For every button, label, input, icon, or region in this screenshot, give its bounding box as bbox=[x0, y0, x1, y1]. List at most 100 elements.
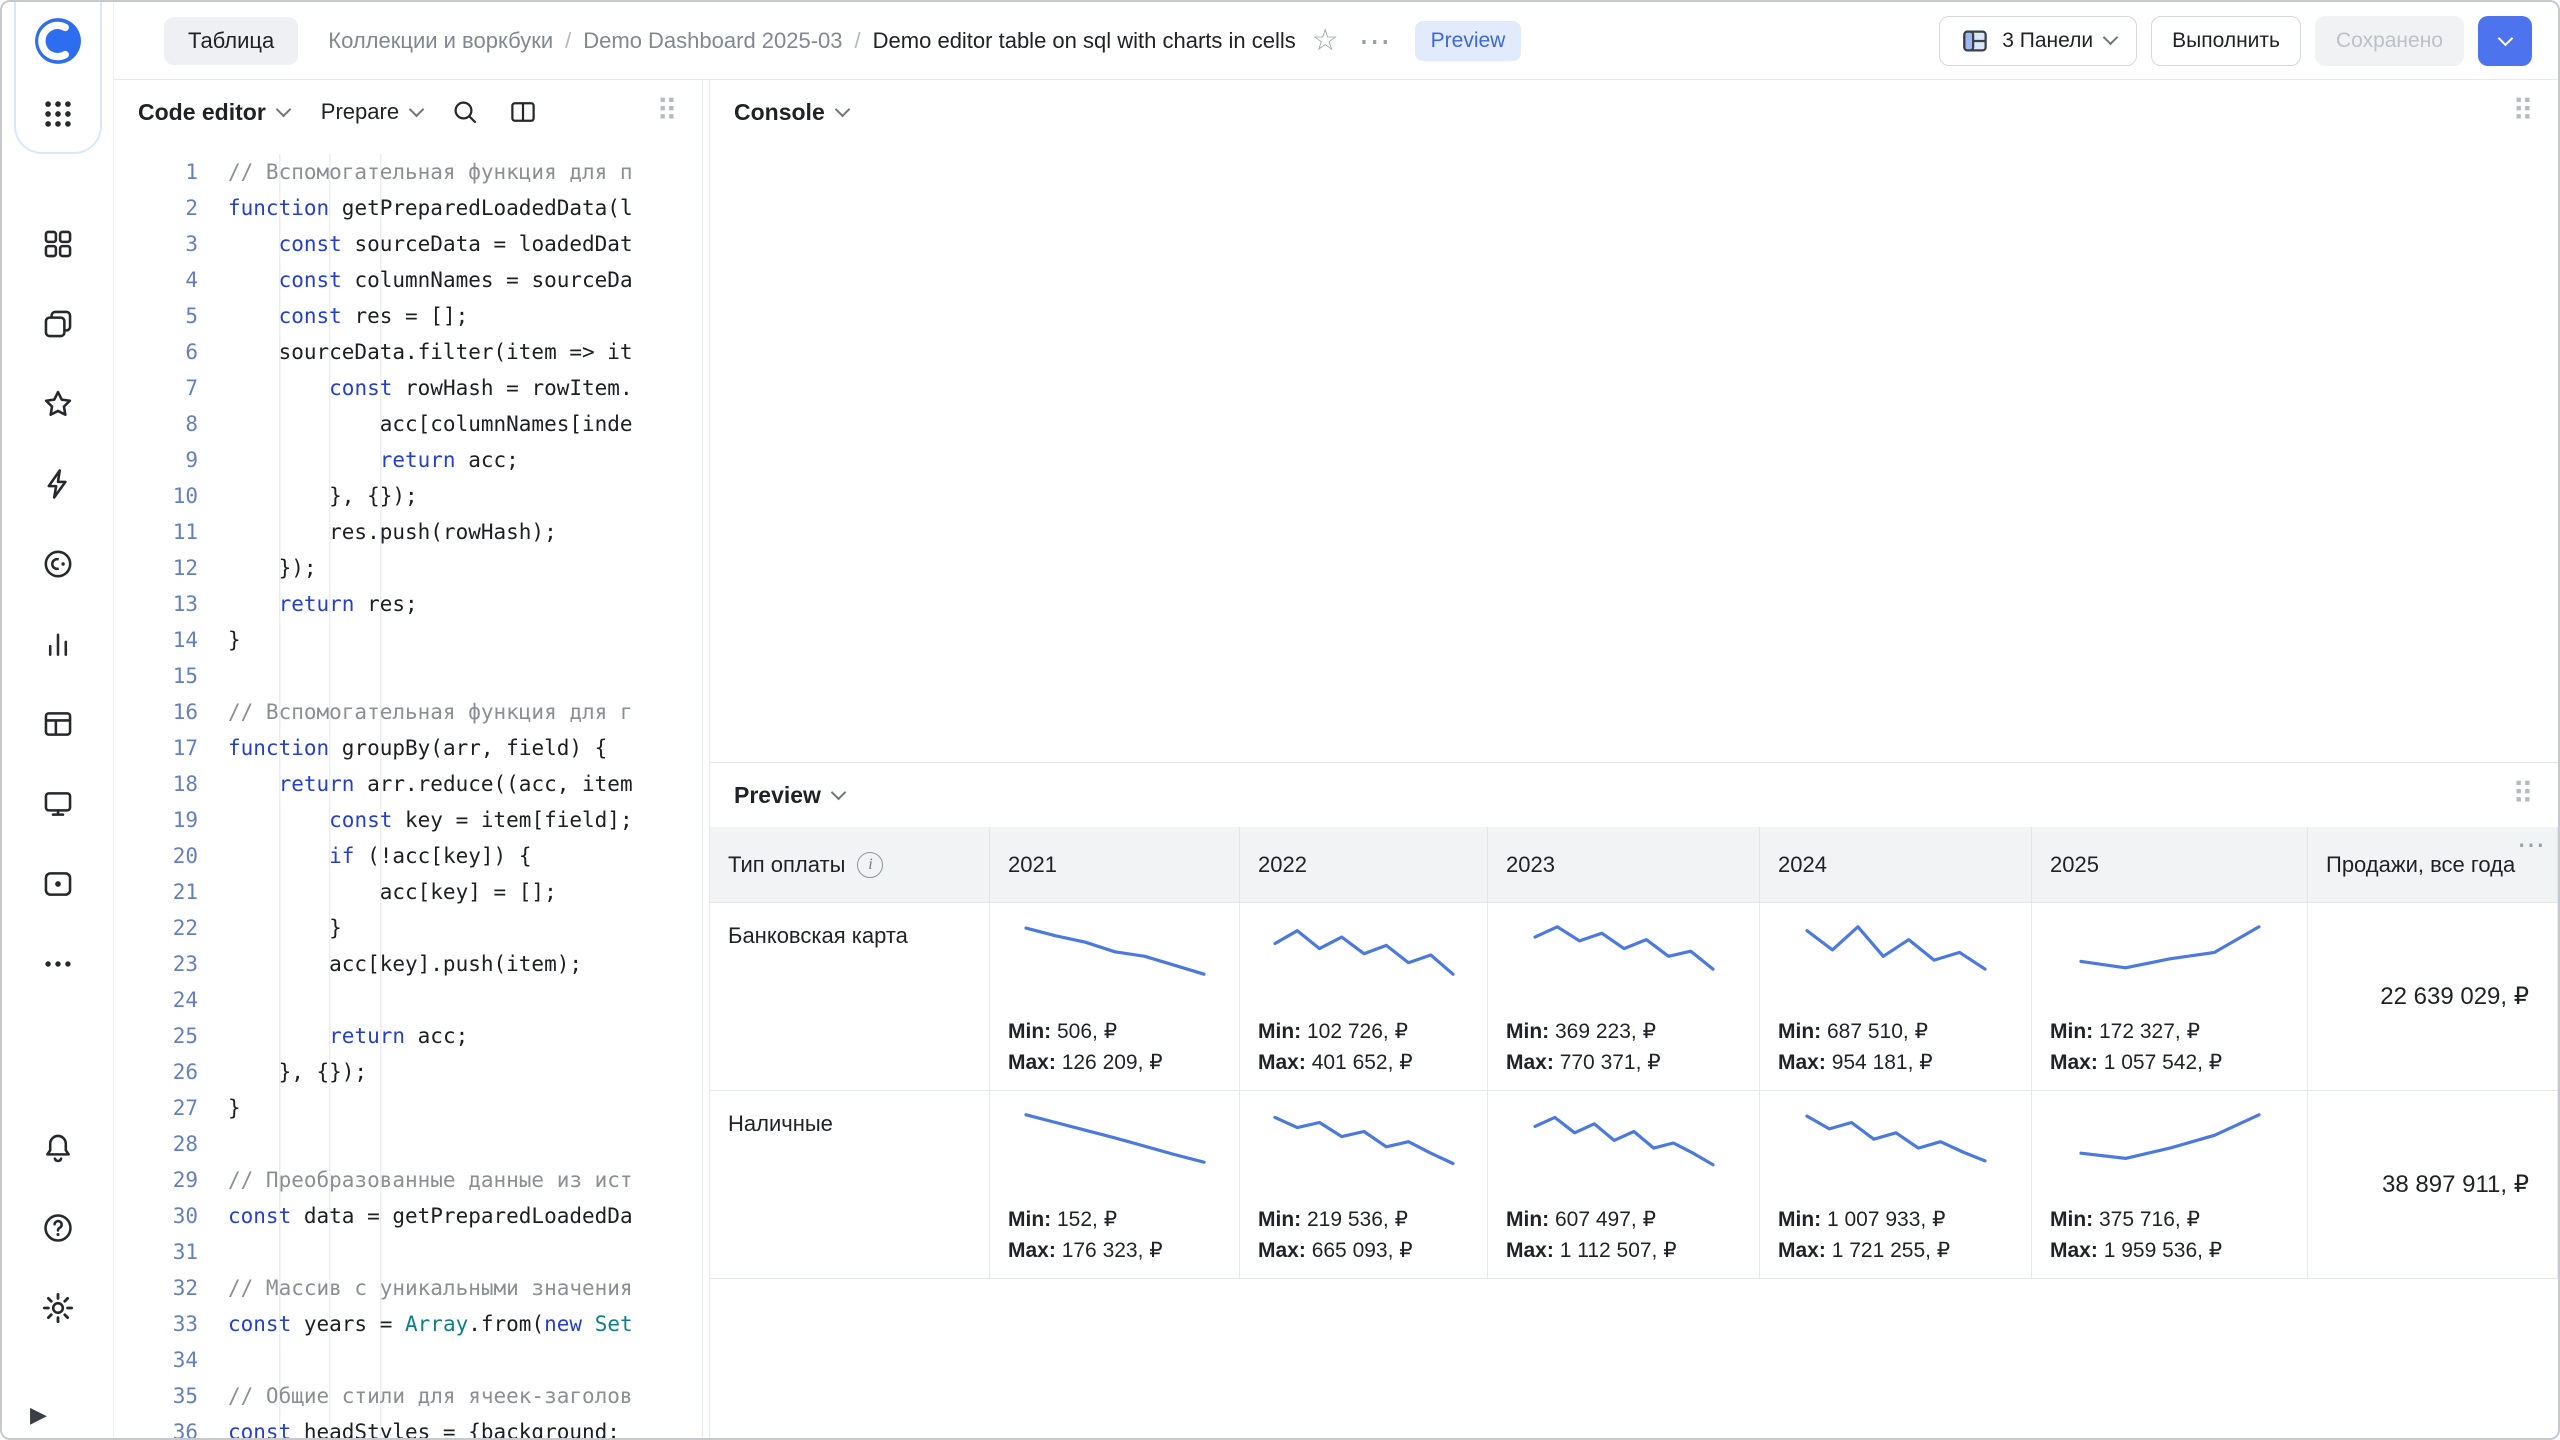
run-button[interactable]: Выполнить bbox=[2151, 16, 2301, 66]
sidebar-item-home[interactable] bbox=[38, 224, 78, 264]
preview-pane-header: Preview ⠿ bbox=[710, 763, 2558, 827]
sidebar-item-connections[interactable] bbox=[38, 864, 78, 904]
breadcrumb-item[interactable]: Коллекции и воркбуки bbox=[328, 28, 553, 54]
drag-handle-icon[interactable]: ⠿ bbox=[2512, 780, 2534, 810]
chevron-down-icon bbox=[2103, 30, 2119, 46]
chevron-down-icon bbox=[831, 784, 847, 800]
minmax-values: Min: 1 007 933, ₽Max: 1 721 255, ₽ bbox=[1760, 1204, 2031, 1266]
sparkline-cell: Min: 1 007 933, ₽Max: 1 721 255, ₽ bbox=[1760, 1091, 2032, 1279]
favorite-star-icon[interactable]: ☆ bbox=[1312, 26, 1339, 56]
table-header-row: Тип оплатыi 2021 20222023 2024 2025 Продажи, … bbox=[710, 827, 2558, 903]
sparkline-cell: Min: 152, ₽Max: 176 323, ₽ bbox=[990, 1091, 1240, 1279]
sparkline-chart bbox=[2075, 1105, 2265, 1181]
sidebar: ▶ bbox=[2, 2, 114, 1438]
sparkline-chart bbox=[1801, 917, 1991, 993]
minmax-values: Min: 102 726, ₽Max: 401 652, ₽ bbox=[1240, 1016, 1487, 1078]
settings-gear-icon[interactable] bbox=[38, 1288, 78, 1328]
sparkline-chart bbox=[1269, 1105, 1459, 1181]
code-editor-selector[interactable]: Code editor bbox=[138, 99, 289, 126]
panels-layout-icon bbox=[1960, 26, 1990, 56]
column-header[interactable]: 2022 bbox=[1240, 827, 1488, 903]
sidebar-item-favorites[interactable] bbox=[38, 384, 78, 424]
chevron-down-icon bbox=[276, 101, 292, 117]
panels-button-label: 3 Панели bbox=[2002, 29, 2093, 53]
drag-handle-icon[interactable]: ⠿ bbox=[2512, 97, 2534, 127]
table-row: Банковская картаMin: 506, ₽Max: 126 209,… bbox=[710, 903, 2558, 1091]
preview-badge[interactable]: Preview bbox=[1415, 21, 1522, 61]
more-menu-icon[interactable]: ⋯ bbox=[1359, 25, 1391, 57]
datalens-logo-icon[interactable] bbox=[33, 16, 83, 66]
preview-pane: Preview ⠿ Тип оплатыi 2021 20222023 2024 202… bbox=[710, 762, 2558, 1438]
minmax-values: Min: 687 510, ₽Max: 954 181, ₽ bbox=[1760, 1016, 2031, 1078]
split-view-icon[interactable] bbox=[508, 97, 538, 127]
column-header-label: 2024 bbox=[1778, 851, 1827, 879]
sparkline-cell: Min: 172 327, ₽Max: 1 057 542, ₽ bbox=[2032, 903, 2308, 1091]
apps-grid-icon[interactable] bbox=[38, 94, 78, 134]
column-header[interactable]: 2023 bbox=[1488, 827, 1760, 903]
expand-sidebar-icon[interactable]: ▶ bbox=[30, 1402, 47, 1428]
row-label: Банковская карта bbox=[710, 903, 990, 1091]
chevron-down-icon bbox=[2497, 31, 2513, 47]
topbar: Таблица Коллекции и воркбуки / Demo Dashbo… bbox=[114, 2, 2558, 80]
sparkline-chart bbox=[1020, 917, 1210, 993]
row-label: Наличные bbox=[710, 1091, 990, 1279]
prepare-tab-selector[interactable]: Prepare bbox=[321, 99, 422, 125]
search-icon[interactable] bbox=[450, 97, 480, 127]
sidebar-item-editor[interactable] bbox=[38, 464, 78, 504]
sidebar-item-dashboards[interactable] bbox=[38, 784, 78, 824]
code-editor[interactable]: 1234567891011121314151617181920212223242… bbox=[114, 144, 702, 1438]
preview-table: Тип оплатыi 2021 20222023 2024 2025 Продажи, … bbox=[710, 827, 2558, 1438]
panels-button[interactable]: 3 Панели bbox=[1939, 16, 2137, 66]
column-header[interactable]: Продажи, все года⋯ bbox=[2308, 827, 2558, 903]
content-split: Code editor Prepare ⠿ 123456789101112131… bbox=[114, 80, 2558, 1438]
sparkline-chart bbox=[1529, 917, 1719, 993]
right-column: Console ⠿ Preview ⠿ bbox=[710, 80, 2558, 1438]
column-header[interactable]: 2024 bbox=[1760, 827, 2032, 903]
breadcrumb-separator: / bbox=[565, 28, 571, 54]
sidebar-nav bbox=[38, 224, 78, 984]
sidebar-bottom bbox=[38, 1128, 78, 1328]
column-header-label: Продажи, все года bbox=[2326, 851, 2515, 879]
chevron-down-icon bbox=[409, 101, 425, 117]
sidebar-item-more[interactable] bbox=[38, 944, 78, 984]
save-dropdown-button[interactable] bbox=[2478, 16, 2532, 66]
help-icon[interactable] bbox=[38, 1208, 78, 1248]
column-header[interactable]: 2021 bbox=[990, 827, 1240, 903]
pane-resizer[interactable] bbox=[702, 80, 710, 1438]
sparkline-cell: Min: 369 223, ₽Max: 770 371, ₽ bbox=[1488, 903, 1760, 1091]
sparkline-cell: Min: 219 536, ₽Max: 665 093, ₽ bbox=[1240, 1091, 1488, 1279]
column-header[interactable]: Тип оплатыi bbox=[710, 827, 990, 903]
sidebar-item-datasets[interactable] bbox=[38, 704, 78, 744]
tab-table[interactable]: Таблица bbox=[164, 17, 298, 65]
sparkline-cell: Min: 607 497, ₽Max: 1 112 507, ₽ bbox=[1488, 1091, 1760, 1279]
sparkline-cell: Min: 375 716, ₽Max: 1 959 536, ₽ bbox=[2032, 1091, 2308, 1279]
column-header-label: 2021 bbox=[1008, 851, 1057, 879]
sparkline-chart bbox=[2075, 917, 2265, 993]
sidebar-item-collections[interactable] bbox=[38, 304, 78, 344]
console-pane: Console ⠿ bbox=[710, 80, 2558, 762]
row-total: 22 639 029, ₽ bbox=[2308, 903, 2558, 1091]
console-selector[interactable]: Console bbox=[734, 99, 848, 126]
code-lines[interactable]: // Вспомогательная функция для пfunction… bbox=[228, 154, 702, 1438]
sparkline-chart bbox=[1801, 1105, 1991, 1181]
topbar-actions: 3 Панели Выполнить Сохранено bbox=[1939, 16, 2532, 66]
breadcrumb-item[interactable]: Demo Dashboard 2025-03 bbox=[583, 28, 842, 54]
code-gutter[interactable]: 1234567891011121314151617181920212223242… bbox=[114, 154, 198, 1438]
breadcrumb: Коллекции и воркбуки / Demo Dashboard 2025… bbox=[328, 28, 1295, 54]
column-header[interactable]: 2025 bbox=[2032, 827, 2308, 903]
info-icon[interactable]: i bbox=[857, 852, 883, 878]
drag-handle-icon[interactable]: ⠿ bbox=[656, 97, 678, 127]
minmax-values: Min: 607 497, ₽Max: 1 112 507, ₽ bbox=[1488, 1204, 1759, 1266]
column-menu-icon[interactable]: ⋯ bbox=[2517, 831, 2545, 859]
sidebar-item-ql[interactable] bbox=[38, 544, 78, 584]
sparkline-cell: Min: 687 510, ₽Max: 954 181, ₽ bbox=[1760, 903, 2032, 1091]
breadcrumb-item: Demo editor table on sql with charts in … bbox=[873, 28, 1296, 54]
sparkline-chart bbox=[1529, 1105, 1719, 1181]
saved-button[interactable]: Сохранено bbox=[2315, 16, 2464, 66]
preview-selector[interactable]: Preview bbox=[734, 782, 844, 809]
sparkline-chart bbox=[1020, 1105, 1210, 1181]
minmax-values: Min: 506, ₽Max: 126 209, ₽ bbox=[990, 1016, 1239, 1078]
column-header-label: 2025 bbox=[2050, 851, 2099, 879]
notifications-bell-icon[interactable] bbox=[38, 1128, 78, 1168]
sidebar-item-charts[interactable] bbox=[38, 624, 78, 664]
